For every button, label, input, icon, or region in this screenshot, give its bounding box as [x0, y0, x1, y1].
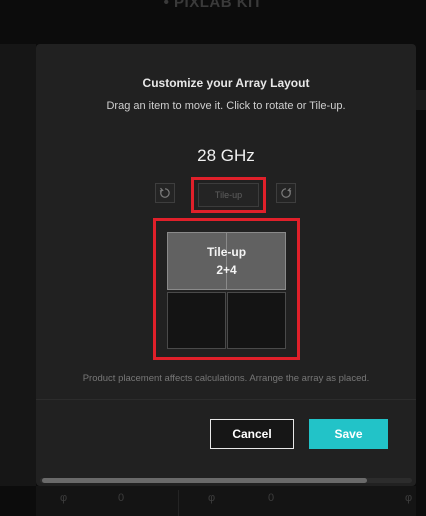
dialog-subtitle: Drag an item to move it. Click to rotate…	[106, 100, 346, 112]
background-cell: φ	[60, 492, 68, 504]
tileup-highlight: Tile-up	[191, 177, 266, 213]
rotate-right-icon	[281, 187, 292, 198]
background-panel-right	[416, 90, 426, 110]
footer-divider	[36, 399, 416, 400]
scrollbar-thumb[interactable]	[42, 478, 367, 483]
background-panel-left	[0, 44, 36, 486]
cancel-button[interactable]: Cancel	[210, 419, 294, 449]
tile-label-line2: 2+4	[216, 263, 237, 277]
save-button[interactable]: Save	[309, 419, 388, 449]
background-cell: 0	[118, 492, 125, 504]
frequency-label: 28 GHz	[197, 146, 255, 165]
background-cell: 0	[268, 492, 275, 504]
tile-label-line1: Tile-up	[206, 245, 247, 259]
tile-divider	[226, 233, 227, 289]
array-cell[interactable]	[167, 292, 226, 349]
customize-array-dialog: Customize your Array Layout Drag an item…	[36, 44, 416, 486]
dialog-title: Customize your Array Layout	[142, 76, 310, 90]
tileup-button[interactable]: Tile-up	[198, 183, 259, 207]
array-empty-row	[167, 292, 286, 349]
background-bottom-row	[36, 486, 416, 516]
rotate-left-icon	[159, 187, 170, 198]
horizontal-scrollbar[interactable]	[40, 478, 412, 483]
rotate-right-button[interactable]	[276, 183, 296, 203]
background-cell: φ	[208, 492, 216, 504]
background-cell: φ	[405, 492, 413, 504]
app-title: • PIXLAB KIT	[163, 0, 263, 11]
rotate-left-button[interactable]	[155, 183, 175, 203]
placement-note: Product placement affects calculations. …	[82, 373, 370, 384]
array-cell[interactable]	[227, 292, 286, 349]
tileup-tile[interactable]: Tile-up 2+4	[167, 232, 286, 290]
background-separator	[178, 490, 179, 516]
array-layout-highlight: Tile-up 2+4	[153, 218, 300, 360]
